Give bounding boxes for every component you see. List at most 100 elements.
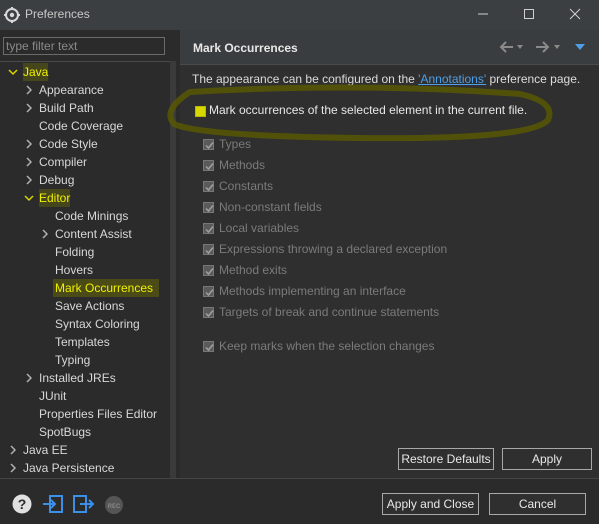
option-checkbox[interactable] xyxy=(203,223,214,234)
chevron-right-icon[interactable] xyxy=(24,175,34,185)
tree-item[interactable]: Installed JREs xyxy=(0,369,170,387)
title-bar: Preferences xyxy=(0,0,599,30)
back-arrow-icon xyxy=(499,41,513,53)
tree-item[interactable]: Mark Occurrences xyxy=(0,279,170,297)
option-checkbox[interactable] xyxy=(203,307,214,318)
maximize-button[interactable] xyxy=(517,3,541,25)
record-icon[interactable]: REC xyxy=(104,495,124,515)
tree-item-label: Content Assist xyxy=(55,227,132,241)
chevron-right-icon[interactable] xyxy=(24,139,34,149)
tree-item[interactable]: Templates xyxy=(0,333,170,351)
tree-item[interactable]: Debug xyxy=(0,171,170,189)
tree-item-label: Compiler xyxy=(39,155,88,169)
chevron-down-icon xyxy=(554,45,560,49)
tree-item-label: Syntax Coloring xyxy=(55,317,140,331)
window-title: Preferences xyxy=(25,7,90,21)
tree-item-label: Hovers xyxy=(55,263,94,277)
forward-button[interactable] xyxy=(535,39,561,55)
restore-defaults-button[interactable]: Restore Defaults xyxy=(398,448,494,470)
option-checkbox[interactable] xyxy=(203,160,214,171)
tree-item-label: Code Coverage xyxy=(39,119,124,133)
tree-item[interactable]: Folding xyxy=(0,243,170,261)
back-button[interactable] xyxy=(498,39,524,55)
keep-marks-checkbox[interactable] xyxy=(203,341,214,352)
tree-item[interactable]: Save Actions xyxy=(0,297,170,315)
menu-down-icon xyxy=(575,44,585,50)
tree-item[interactable]: Code Coverage xyxy=(0,117,170,135)
view-menu-button[interactable] xyxy=(575,39,585,55)
tree-item-label: Installed JREs xyxy=(39,371,116,385)
checkmark-icon xyxy=(205,163,214,171)
tree-item[interactable]: Content Assist xyxy=(0,225,170,243)
svg-text:?: ? xyxy=(18,496,27,512)
tree-item[interactable]: SpotBugs xyxy=(0,423,170,441)
tree-item[interactable]: Code Style xyxy=(0,135,170,153)
tree-item-label: Java xyxy=(23,63,49,81)
chevron-down-icon xyxy=(517,45,523,49)
option-label: Targets of break and continue statements xyxy=(219,305,440,319)
tree-item-label: Properties Files Editor xyxy=(39,407,158,421)
checkmark-icon xyxy=(205,289,214,297)
close-icon xyxy=(569,8,581,20)
checkmark-icon xyxy=(205,268,214,276)
tree-item-label: Typing xyxy=(55,353,91,367)
tree-item[interactable]: Appearance xyxy=(0,81,170,99)
chevron-down-icon[interactable] xyxy=(24,193,34,203)
apply-button[interactable]: Apply xyxy=(502,448,592,470)
checkmark-icon xyxy=(205,184,214,192)
tree-item[interactable]: Syntax Coloring xyxy=(0,315,170,333)
cancel-button[interactable]: Cancel xyxy=(489,493,586,515)
option-label: Methods xyxy=(219,158,266,172)
tree-item-label: Editor xyxy=(39,189,71,207)
checkmark-icon xyxy=(205,205,214,213)
option-label: Constants xyxy=(219,179,274,193)
help-icon[interactable]: ? xyxy=(12,494,32,514)
option-label: Methods implementing an interface xyxy=(219,284,406,298)
chevron-right-icon[interactable] xyxy=(24,103,34,113)
apply-and-close-button[interactable]: Apply and Close xyxy=(382,493,479,515)
chevron-right-icon[interactable] xyxy=(40,229,50,239)
tree-item-label: Mark Occurrences xyxy=(55,281,154,295)
tree-item-label: Java EE xyxy=(23,443,68,457)
chevron-down-icon[interactable] xyxy=(8,67,18,77)
tree-item-label: JUnit xyxy=(39,389,67,403)
tree-item[interactable]: Build Path xyxy=(0,99,170,117)
tree-item[interactable]: Java Persistence xyxy=(0,459,170,477)
filter-input[interactable] xyxy=(3,37,165,55)
preferences-tree-panel: Java Appearance Build Path Code Coverage Cod… xyxy=(0,30,176,478)
import-icon[interactable] xyxy=(42,494,64,514)
chevron-right-icon[interactable] xyxy=(24,85,34,95)
tree-item[interactable]: Java EE xyxy=(0,441,170,459)
highlight-mark xyxy=(167,84,553,142)
chevron-right-icon[interactable] xyxy=(8,463,18,473)
option-checkbox[interactable] xyxy=(203,181,214,192)
option-checkbox[interactable] xyxy=(203,244,214,255)
chevron-right-icon[interactable] xyxy=(8,445,18,455)
tree-item[interactable]: JUnit xyxy=(0,387,170,405)
option-label: Expressions throwing a declared exceptio… xyxy=(219,242,448,256)
option-checkbox[interactable] xyxy=(203,202,214,213)
checkmark-icon xyxy=(205,310,214,318)
chevron-right-icon[interactable] xyxy=(24,373,34,383)
tree-item-label: Java Persistence xyxy=(23,461,115,475)
tree-item[interactable]: Hovers xyxy=(0,261,170,279)
tree-item-label: Folding xyxy=(55,245,95,259)
option-checkbox[interactable] xyxy=(203,286,214,297)
tree-item-label: Debug xyxy=(39,173,75,187)
tree-item[interactable]: Typing xyxy=(0,351,170,369)
tree-item-label: Build Path xyxy=(39,101,94,115)
eclipse-gear-icon xyxy=(4,7,20,23)
option-label: Non-constant fields xyxy=(219,200,322,214)
close-button[interactable] xyxy=(563,3,587,25)
tree-item[interactable]: Compiler xyxy=(0,153,170,171)
tree-item[interactable]: Editor xyxy=(0,189,170,207)
chevron-right-icon[interactable] xyxy=(24,157,34,167)
tree-item[interactable]: Java xyxy=(0,63,170,81)
tree-item[interactable]: Code Minings xyxy=(0,207,170,225)
tree-item[interactable]: Properties Files Editor xyxy=(0,405,170,423)
option-checkbox[interactable] xyxy=(203,265,214,276)
minimize-button[interactable] xyxy=(471,3,495,25)
dialog-button-bar: ? REC Apply and Close Cancel xyxy=(0,478,599,524)
export-icon[interactable] xyxy=(72,494,96,514)
checkmark-icon xyxy=(205,226,214,234)
